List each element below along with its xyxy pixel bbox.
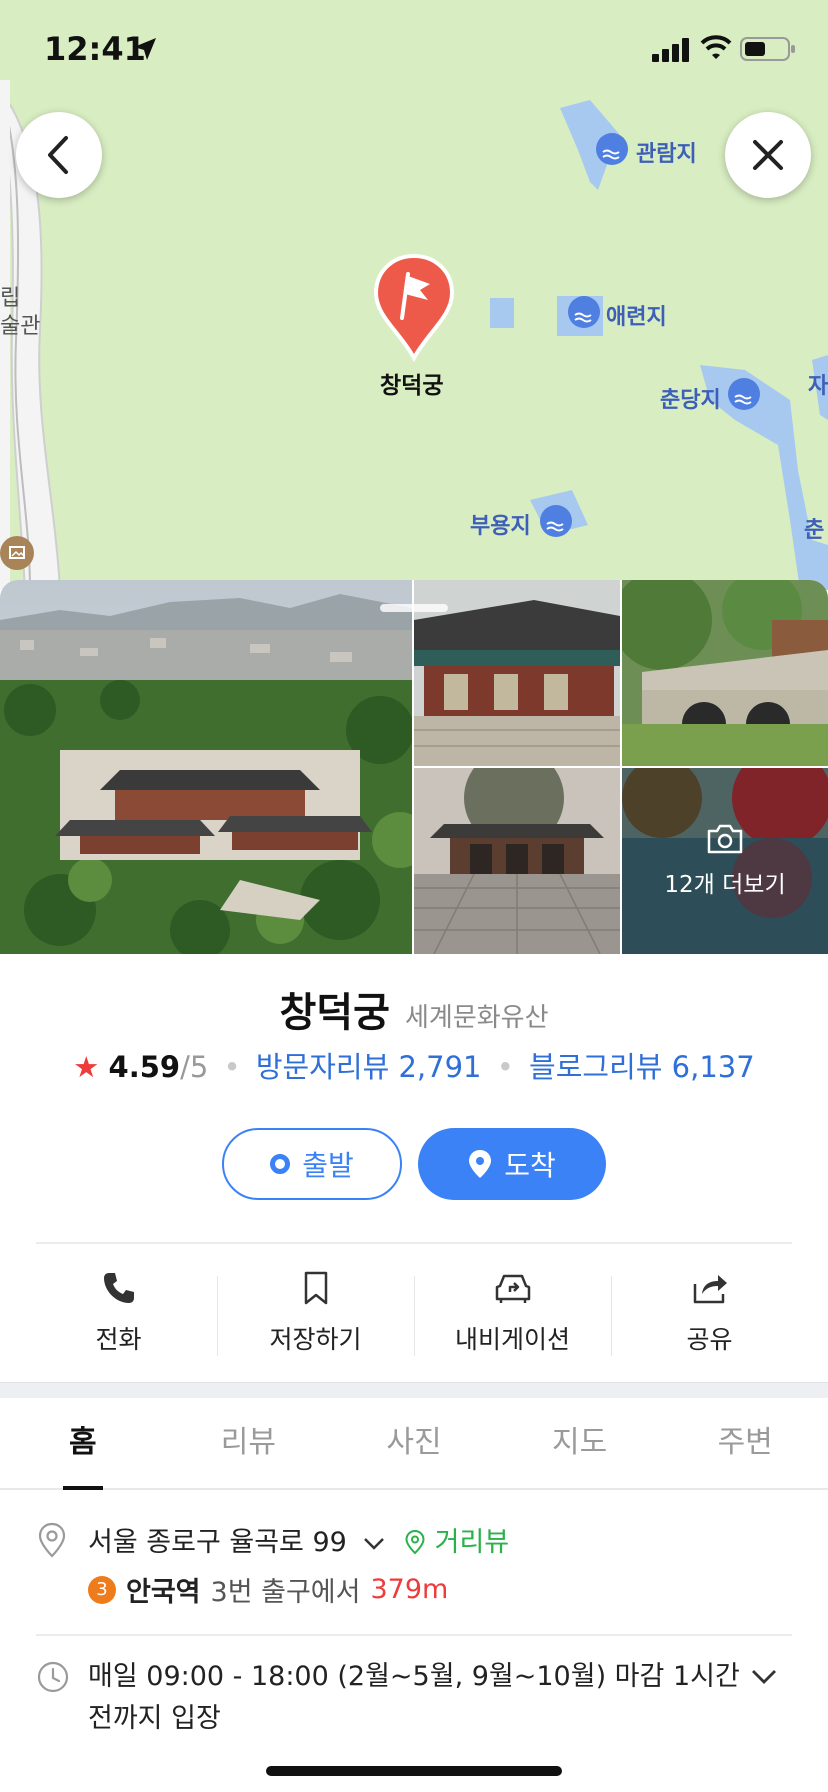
call-label: 전화 [95, 1325, 142, 1354]
business-hours: 매일 09:00 - 18:00 (2월~5월, 9월~10월) 마감 1시간 … [88, 1661, 740, 1734]
more-photos-label: 12개 더보기 [664, 872, 786, 898]
place-name: 창덕궁 [279, 990, 390, 1036]
subway-directions: 3 안국역 3번 출구에서 379m [88, 1570, 448, 1609]
save-button[interactable]: 저장하기 [217, 1260, 414, 1370]
station-distance: 379m [370, 1574, 449, 1605]
location-pin-icon [469, 1150, 492, 1178]
map-label-gwanramji[interactable]: 관람지 [636, 136, 697, 168]
place-marker-flag-icon[interactable] [372, 252, 456, 362]
phone-icon [103, 1273, 134, 1303]
wifi-icon [700, 35, 732, 59]
map-view[interactable]: 관람지 애련지 춘당지 부용지 립 술관 자 춘 창덕궁 12:41 [0, 0, 828, 590]
star-icon: ★ [73, 1050, 100, 1084]
photo-more-tile[interactable]: 12개 더보기 [622, 768, 828, 954]
sheet-grabber-handle[interactable] [380, 604, 448, 612]
map-label-chundangji[interactable]: 춘당지 [660, 382, 721, 414]
tab-nearby[interactable]: 주변 [662, 1398, 828, 1488]
address-line: 서울 종로구 율곡로 99 거리뷰 [88, 1520, 509, 1559]
close-button[interactable] [725, 112, 811, 198]
separator-dot: • [496, 1050, 514, 1084]
station-name: 안국역 [126, 1577, 201, 1608]
tab-map[interactable]: 지도 [497, 1398, 663, 1488]
route-arrive-label: 도착 [504, 1149, 556, 1182]
map-label-aeryeonji[interactable]: 애련지 [606, 299, 667, 331]
rating-score: 4.59 [108, 1050, 181, 1084]
share-button[interactable]: 공유 [611, 1260, 808, 1370]
street-view-link[interactable]: 거리뷰 [435, 1527, 510, 1558]
share-label: 공유 [686, 1325, 733, 1354]
call-button[interactable]: 전화 [20, 1260, 217, 1370]
chevron-down-icon[interactable] [750, 1668, 778, 1686]
share-icon [693, 1275, 727, 1304]
museum-icon[interactable] [0, 536, 34, 570]
place-category: 세계문화유산 [404, 1003, 549, 1033]
water-icon [568, 296, 600, 328]
clock-icon [37, 1661, 69, 1693]
separator-dot: • [223, 1050, 241, 1084]
address-text[interactable]: 서울 종로구 율곡로 99 [88, 1527, 347, 1558]
photo-thumb[interactable] [622, 580, 828, 766]
more-photos-overlay[interactable]: 12개 더보기 [622, 768, 828, 954]
navigation-label: 내비게이션 [454, 1325, 570, 1354]
place-title-row: 창덕궁 세계문화유산 [0, 980, 828, 1038]
blog-reviews-link[interactable]: 블로그리뷰 6,137 [529, 1050, 755, 1084]
tab-photos[interactable]: 사진 [331, 1398, 497, 1488]
rating-row: ★ 4.59/5 • 방문자리뷰 2,791 • 블로그리뷰 6,137 [0, 1044, 828, 1086]
battery-icon [740, 37, 795, 61]
water-icon [728, 378, 760, 410]
divider [36, 1634, 792, 1636]
chevron-down-icon[interactable] [363, 1537, 385, 1551]
water-icon [540, 505, 572, 537]
visitor-reviews-link[interactable]: 방문자리뷰 2,791 [256, 1050, 482, 1084]
camera-icon [707, 824, 743, 854]
back-button[interactable] [16, 112, 102, 198]
bookmark-icon [304, 1271, 327, 1305]
action-bar: 전화 저장하기 내비게이션 공유 [20, 1260, 808, 1370]
station-exit: 3번 출구에서 [210, 1577, 361, 1608]
divider [36, 1242, 792, 1244]
map-label-edge: 자 [808, 374, 828, 399]
section-separator [0, 1382, 828, 1398]
location-arrow-icon [134, 38, 156, 60]
navigation-button[interactable]: 내비게이션 [414, 1260, 611, 1370]
status-time: 12:41 [44, 30, 146, 68]
photo-thumb[interactable] [414, 768, 620, 954]
save-label: 저장하기 [269, 1325, 362, 1354]
map-pin-icon [38, 1522, 66, 1558]
route-start-label: 출발 [302, 1149, 354, 1182]
tab-bar: 홈 리뷰 사진 지도 주변 [0, 1398, 828, 1490]
subway-line-badge: 3 [88, 1575, 116, 1604]
home-indicator[interactable] [266, 1766, 562, 1776]
cellular-signal-icon [652, 38, 689, 62]
rating-max: /5 [180, 1050, 209, 1084]
chevron-left-icon [48, 136, 68, 174]
origin-dot-icon [270, 1154, 291, 1174]
close-icon [753, 140, 783, 170]
map-label-buyongji[interactable]: 부용지 [470, 508, 531, 540]
street-view-pin-icon [405, 1529, 425, 1555]
status-bar: 12:41 [0, 0, 828, 100]
place-marker-label: 창덕궁 [380, 373, 444, 399]
photo-gallery[interactable]: 12개 더보기 [0, 580, 828, 954]
route-start-button[interactable]: 출발 [222, 1128, 402, 1200]
route-arrive-button[interactable]: 도착 [418, 1128, 606, 1200]
tab-home[interactable]: 홈 [0, 1398, 166, 1490]
photo-main[interactable] [0, 580, 412, 954]
map-label-edge: 술관 [0, 314, 41, 339]
tab-reviews[interactable]: 리뷰 [166, 1398, 332, 1488]
map-label-edge: 춘 [804, 518, 825, 543]
car-navigation-icon [495, 1274, 530, 1303]
water-icon [596, 133, 628, 165]
